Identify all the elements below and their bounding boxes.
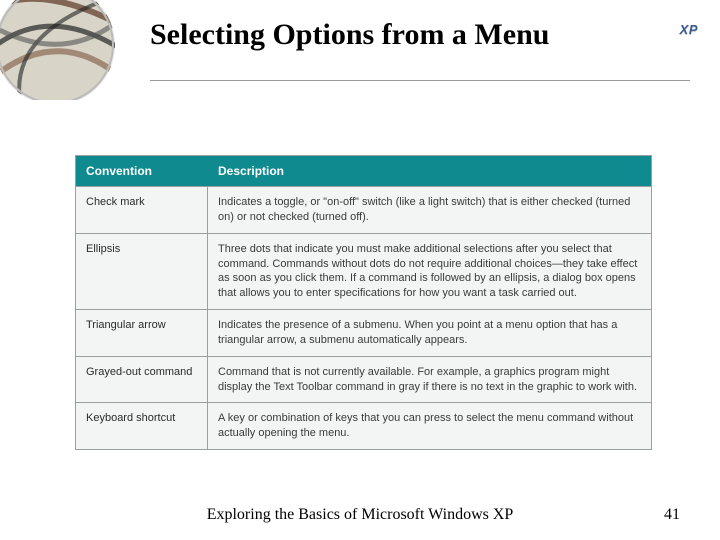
table-row: Ellipsis Three dots that indicate you mu…: [76, 233, 651, 309]
row-desc: A key or combination of keys that you ca…: [208, 403, 651, 449]
title-underline: [150, 80, 690, 81]
row-desc: Indicates the presence of a submenu. Whe…: [208, 310, 651, 356]
table-header-row: Convention Description: [76, 156, 651, 186]
conventions-table: Convention Description Check mark Indica…: [75, 155, 652, 450]
col-header-convention: Convention: [76, 156, 208, 186]
page-title: Selecting Options from a Menu: [150, 18, 690, 52]
table-row: Check mark Indicates a toggle, or "on-of…: [76, 186, 651, 233]
table-row: Grayed-out command Command that is not c…: [76, 356, 651, 403]
footer-text: Exploring the Basics of Microsoft Window…: [0, 506, 720, 524]
row-name: Triangular arrow: [76, 310, 208, 356]
table-row: Keyboard shortcut A key or combination o…: [76, 402, 651, 449]
row-desc: Indicates a toggle, or "on-off" switch (…: [208, 187, 651, 233]
row-desc: Command that is not currently available.…: [208, 357, 651, 403]
row-name: Ellipsis: [76, 234, 208, 309]
xp-badge: XP: [680, 22, 698, 37]
row-name: Keyboard shortcut: [76, 403, 208, 449]
table-row: Triangular arrow Indicates the presence …: [76, 309, 651, 356]
row-name: Grayed-out command: [76, 357, 208, 403]
page-number: 41: [664, 506, 680, 524]
slide-logo: [0, 0, 130, 100]
col-header-description: Description: [208, 156, 651, 186]
row-desc: Three dots that indicate you must make a…: [208, 234, 651, 309]
row-name: Check mark: [76, 187, 208, 233]
